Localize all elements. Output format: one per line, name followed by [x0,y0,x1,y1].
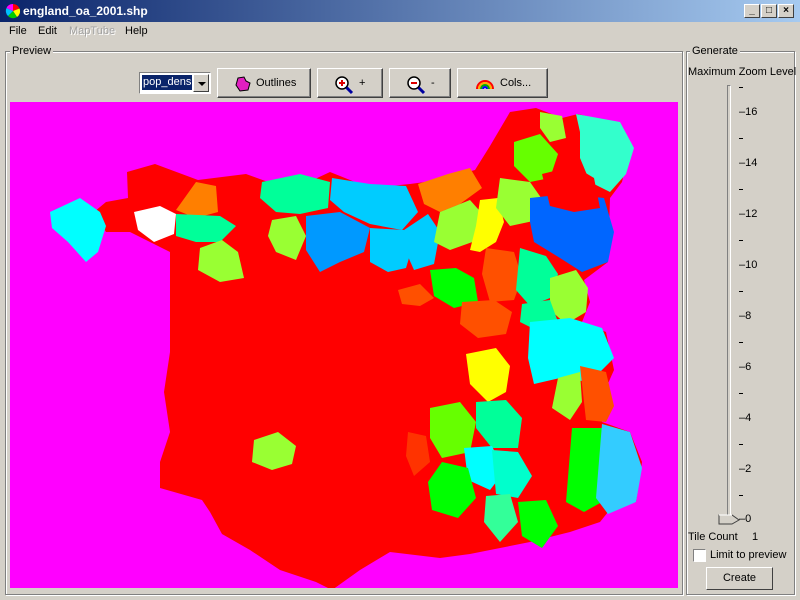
slider-tick-label: –14 [739,157,758,169]
rainbow-icon [476,80,494,90]
tile-count-value: 1 [752,531,759,543]
polygon-outline-icon [235,76,251,92]
slider-tick [739,240,743,241]
map-region [596,424,642,514]
limit-to-preview-checkbox[interactable] [693,549,706,562]
chevron-down-icon[interactable] [193,74,209,92]
slider-tick [739,189,743,190]
menu-file[interactable]: File [9,25,27,37]
preview-group-label: Preview [10,45,54,57]
zoom-slider-thumb[interactable] [718,514,740,525]
outlines-button[interactable]: Outlines [217,68,311,98]
magnifier-plus-icon [335,76,354,95]
slider-tick [739,138,743,139]
colours-button[interactable]: Cols... [457,68,548,98]
menu-bar: File Edit MapTube Help [0,22,800,42]
outlines-label: Outlines [256,77,297,89]
colour-wheel-icon [5,3,21,19]
zoom-in-label: + [359,77,366,89]
maximize-button[interactable]: □ [761,4,777,18]
colours-label: Cols... [500,77,532,89]
choropleth-map[interactable] [10,102,678,588]
slider-tick-label: –6 [739,361,752,373]
slider-tick-label: –8 [739,310,752,322]
variable-select[interactable]: pop_dens [139,72,211,94]
create-button[interactable]: Create [706,567,773,590]
window-title: england_oa_2001.shp [23,4,148,18]
variable-select-value: pop_dens [141,74,193,91]
slider-tick [739,393,743,394]
title-bar: england_oa_2001.shp _ □ × [0,0,800,22]
minimize-button[interactable]: _ [744,4,760,18]
magnifier-minus-icon [407,76,426,95]
zoom-out-button[interactable]: - [389,68,451,98]
slider-tick [739,495,743,496]
slider-tick [739,87,743,88]
slider-tick [739,342,743,343]
slider-tick [739,444,743,445]
menu-edit[interactable]: Edit [38,25,57,37]
generate-group-label: Generate [690,45,740,57]
zoom-out-label: - [431,77,435,89]
map-view[interactable] [10,102,678,588]
slider-tick-label: –0 [739,513,752,525]
slider-tick-label: –16 [739,106,758,118]
slider-tick-label: –2 [739,463,752,475]
close-button[interactable]: × [778,4,794,18]
limit-to-preview-label: Limit to preview [710,549,787,561]
zoom-in-button[interactable]: + [317,68,383,98]
max-zoom-label: Maximum Zoom Level [688,66,797,78]
slider-tick-label: –10 [739,259,758,271]
slider-tick [739,291,743,292]
menu-maptube[interactable]: MapTube [69,25,115,37]
slider-tick-label: –4 [739,412,752,424]
map-region [50,198,106,262]
zoom-slider[interactable] [727,85,731,521]
slider-tick-label: –12 [739,208,758,220]
tile-count-label: Tile Count [688,531,738,543]
menu-help[interactable]: Help [125,25,148,37]
